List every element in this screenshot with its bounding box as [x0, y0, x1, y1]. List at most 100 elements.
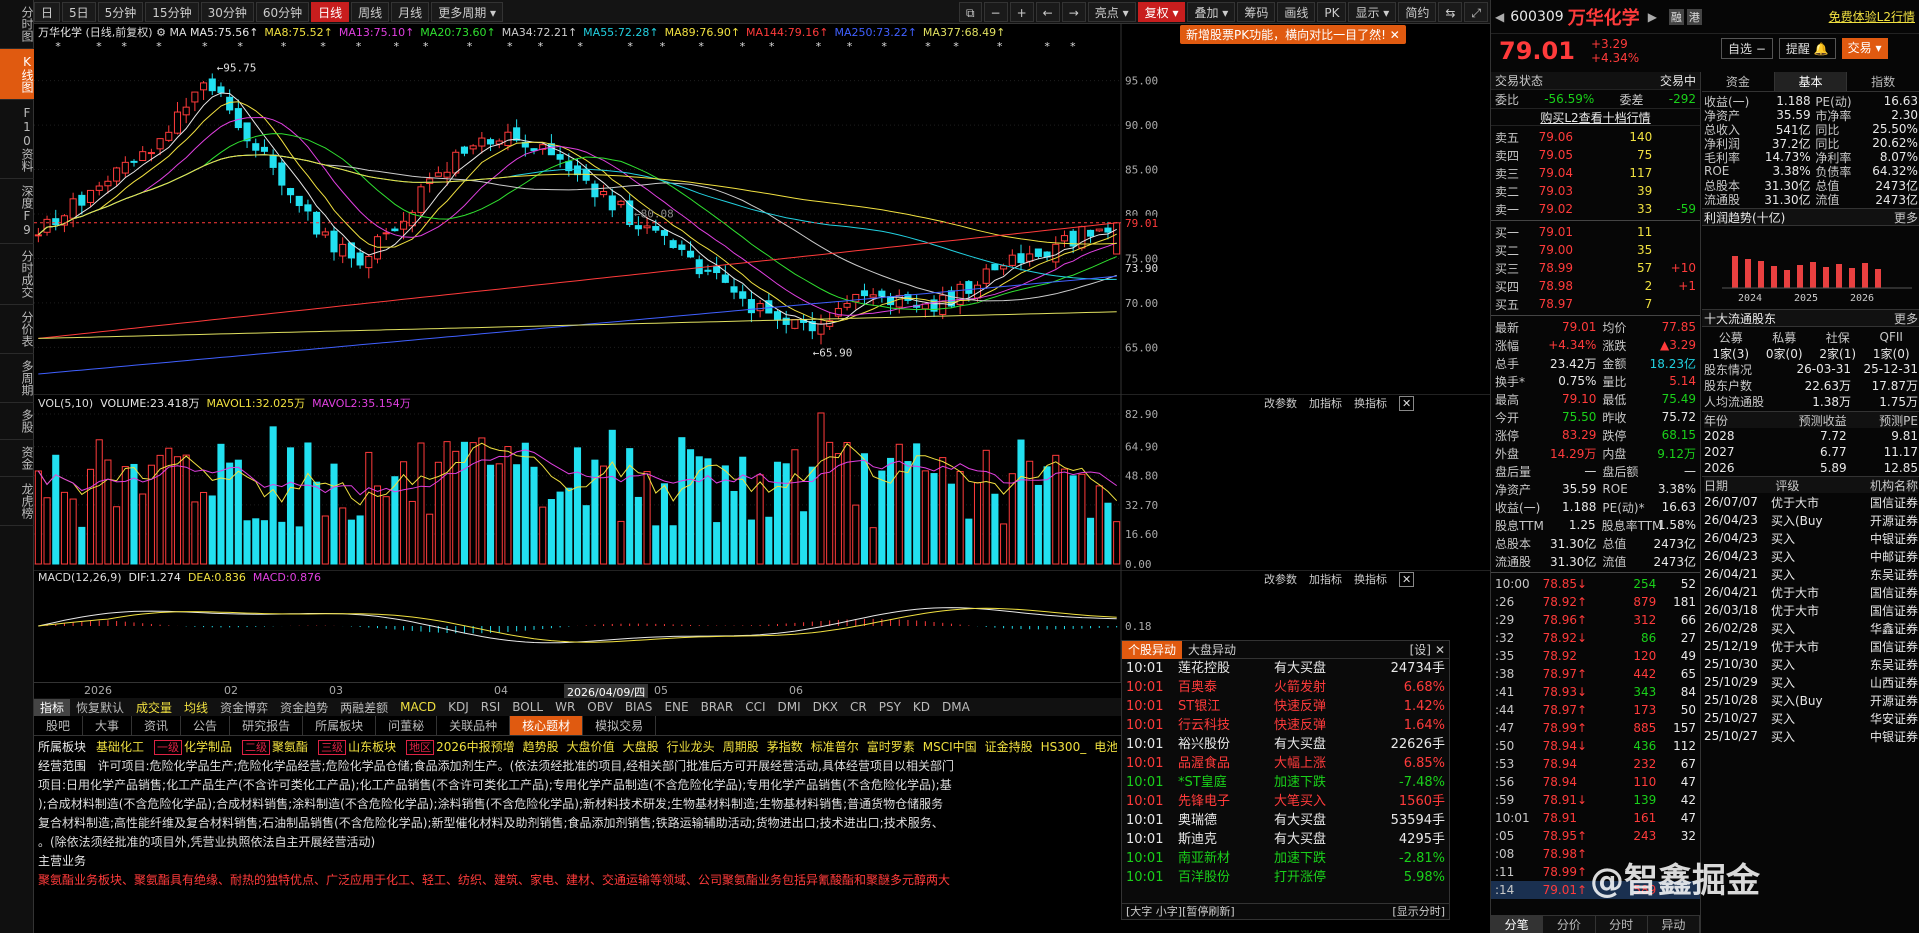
f10-tab[interactable]: 资金	[1702, 72, 1775, 91]
indicator-tab[interactable]: 恢复默认	[70, 699, 130, 716]
period-button[interactable]: 60分钟	[255, 1, 310, 22]
indicator-tab[interactable]: 成交量	[130, 699, 178, 716]
alert-tab-stock[interactable]: 个股异动	[1122, 640, 1183, 659]
sector-item[interactable]: 2026中报预增	[436, 740, 515, 754]
alert-row[interactable]: 10:01 先锋电子 大笔买入 1560手	[1122, 792, 1449, 811]
layout-icon[interactable]: ⤢	[1464, 1, 1488, 22]
tool-button[interactable]: 叠加 ▾	[1187, 1, 1236, 22]
left-tab[interactable]: 分时图	[0, 0, 34, 49]
indicator-tab[interactable]: RSI	[475, 700, 507, 714]
pane-button[interactable]: 改参数	[1264, 397, 1297, 410]
alert-tab-market[interactable]: 大盘异动	[1182, 641, 1242, 658]
left-tab[interactable]: 龙虎榜	[0, 477, 34, 526]
profit-more-link[interactable]: 更多	[1894, 209, 1918, 226]
alert-row[interactable]: 10:01 奥瑞德 有大买盘 53594手	[1122, 811, 1449, 830]
tool-button[interactable]: 简约	[1398, 1, 1437, 22]
alert-row[interactable]: 10:01 斯迪克 有大买盘 4295手	[1122, 830, 1449, 849]
alert-row[interactable]: 10:01 莲花控股 有大买盘 24734手	[1122, 659, 1449, 678]
bid-row[interactable]: 买五 78.97 7	[1491, 295, 1700, 313]
kline-svg[interactable]: 95.0090.0085.0080.0075.0070.0065.0079.01…	[34, 24, 1490, 394]
left-tab[interactable]: 多股	[0, 403, 34, 440]
period-button[interactable]: 周线	[351, 1, 390, 22]
pane-button[interactable]: 加指标	[1309, 397, 1342, 410]
alert-row[interactable]: 10:01 百奥泰 火箭发射 6.68%	[1122, 678, 1449, 697]
alert-row[interactable]: 10:01 ST银江 快速反弹 1.42%	[1122, 697, 1449, 716]
left-tab[interactable]: 深度F9	[0, 179, 34, 244]
kline-chart-pane[interactable]: 95.00 90.00 85.00 80.00 75.00 70.00 65.00 79.01…	[34, 24, 1490, 394]
ask-row[interactable]: 卖二 79.03 39	[1491, 182, 1700, 200]
indicator-tab[interactable]: DKX	[807, 700, 844, 714]
f10-tab[interactable]: 指数	[1847, 72, 1919, 91]
ask-row[interactable]: 卖一 79.02 33 -59	[1491, 200, 1700, 218]
remind-button[interactable]: 提醒 🔔	[1778, 38, 1836, 59]
indicator-tab[interactable]: DMI	[772, 700, 807, 714]
zoom-icon[interactable]: ←	[1035, 1, 1060, 22]
rating-row[interactable]: 25/12/19 优于大市 国信证券	[1704, 637, 1918, 655]
close-icon[interactable]: ✕	[1431, 643, 1449, 657]
bid-row[interactable]: 买四 78.98 2 +1	[1491, 277, 1700, 295]
ask-row[interactable]: 卖四 79.05 75	[1491, 146, 1700, 164]
indicator-tab[interactable]: KDJ	[442, 700, 475, 714]
zoom-icon[interactable]: −	[983, 1, 1008, 22]
rating-row[interactable]: 26/04/23 买入 中邮证券	[1704, 547, 1918, 565]
gear-icon[interactable]: ⚙	[156, 26, 166, 39]
next-stock-icon[interactable]: ▶	[1648, 10, 1657, 24]
indicator-tab[interactable]: 指标	[34, 698, 71, 716]
bid-row[interactable]: 买二 79.00 35	[1491, 241, 1700, 259]
indicator-tab[interactable]: CR	[844, 700, 873, 714]
l2-trial-link[interactable]: 免费体验L2行情	[1829, 8, 1915, 25]
info-tab[interactable]: 研究报告	[230, 716, 304, 735]
sector-item[interactable]: 行业龙头	[667, 740, 715, 754]
period-button[interactable]: 30分钟	[200, 1, 254, 22]
bottom-tab[interactable]: 分时	[1596, 916, 1648, 933]
indicator-tab[interactable]: BOLL	[506, 700, 549, 714]
left-tab[interactable]: K线图	[0, 49, 34, 100]
bottom-tab[interactable]: 分价	[1543, 916, 1596, 933]
ask-row[interactable]: 卖三 79.04 117	[1491, 164, 1700, 182]
indicator-tab[interactable]: BIAS	[619, 700, 659, 714]
info-tab[interactable]: 所属板块	[303, 716, 377, 735]
indicator-tab[interactable]: BRAR	[695, 700, 740, 714]
zoom-icon[interactable]: ⧉	[958, 1, 982, 22]
zoom-icon[interactable]: +	[1009, 1, 1034, 22]
sector-item[interactable]: 富时罗素	[867, 740, 915, 754]
info-tab[interactable]: 核心题材	[510, 716, 584, 735]
rating-row[interactable]: 26/02/28 买入 华鑫证券	[1704, 619, 1918, 637]
alert-row[interactable]: 10:01 南亚新材 加速下跌 -2.81%	[1122, 849, 1449, 868]
sector-item[interactable]: 标准普尔	[811, 740, 859, 754]
sector-item[interactable]: 周期股	[723, 740, 759, 754]
rating-row[interactable]: 25/10/29 买入 山西证券	[1704, 673, 1918, 691]
info-tab[interactable]: 股吧	[34, 716, 84, 735]
alert-row[interactable]: 10:01 *ST皇庭 加速下跌 -7.48%	[1122, 773, 1449, 792]
pk-notice[interactable]: 新增股票PK功能，横向对比一目了然! ✕	[1180, 25, 1406, 44]
left-tab[interactable]: 多周期	[0, 354, 34, 403]
pane-button[interactable]: 加指标	[1309, 573, 1342, 586]
left-tab[interactable]: F10资料	[0, 100, 34, 179]
info-tab[interactable]: 模拟交易	[583, 716, 657, 735]
indicator-tab[interactable]: 均线	[178, 699, 214, 716]
indicator-tab[interactable]: KD	[907, 700, 936, 714]
rating-row[interactable]: 26/04/23 买入(Buy 开源证券	[1704, 511, 1918, 529]
indicator-tab[interactable]: WR	[549, 700, 581, 714]
alert-row[interactable]: 10:01 行云科技 快速反弹 1.64%	[1122, 716, 1449, 735]
f10-tab[interactable]: 基本	[1774, 72, 1848, 91]
period-button[interactable]: 日线	[311, 1, 350, 22]
left-tab[interactable]: 分价表	[0, 305, 34, 354]
bid-row[interactable]: 买一 79.01 11	[1491, 223, 1700, 241]
sector-item[interactable]: MSCI中国	[923, 740, 977, 754]
tool-button[interactable]: 显示 ▾	[1348, 1, 1397, 22]
prev-stock-icon[interactable]: ◀	[1495, 10, 1504, 24]
tool-button[interactable]: 亮点 ▾	[1087, 1, 1136, 22]
rating-row[interactable]: 26/03/18 优于大市 国信证券	[1704, 601, 1918, 619]
left-tab[interactable]: 分时成交	[0, 244, 34, 305]
rating-row[interactable]: 25/10/28 买入(Buy 开源证券	[1704, 691, 1918, 709]
buy-l2-link[interactable]: 购买L2查看十档行情	[1540, 109, 1650, 126]
left-tab[interactable]: 资金	[0, 440, 34, 477]
volume-svg[interactable]: 82.90 64.90 48.80 32.70 16.60 0.00	[34, 393, 1490, 571]
sector-item[interactable]: 山东板块	[348, 740, 396, 754]
indicator-tab[interactable]: 资金趋势	[274, 699, 334, 716]
sector-item[interactable]: 化学制品	[184, 740, 232, 754]
tool-button[interactable]: PK	[1317, 1, 1347, 22]
sector-item[interactable]: 基础化工	[96, 740, 144, 754]
rating-row[interactable]: 26/07/07 优于大市 国信证券	[1704, 493, 1918, 511]
